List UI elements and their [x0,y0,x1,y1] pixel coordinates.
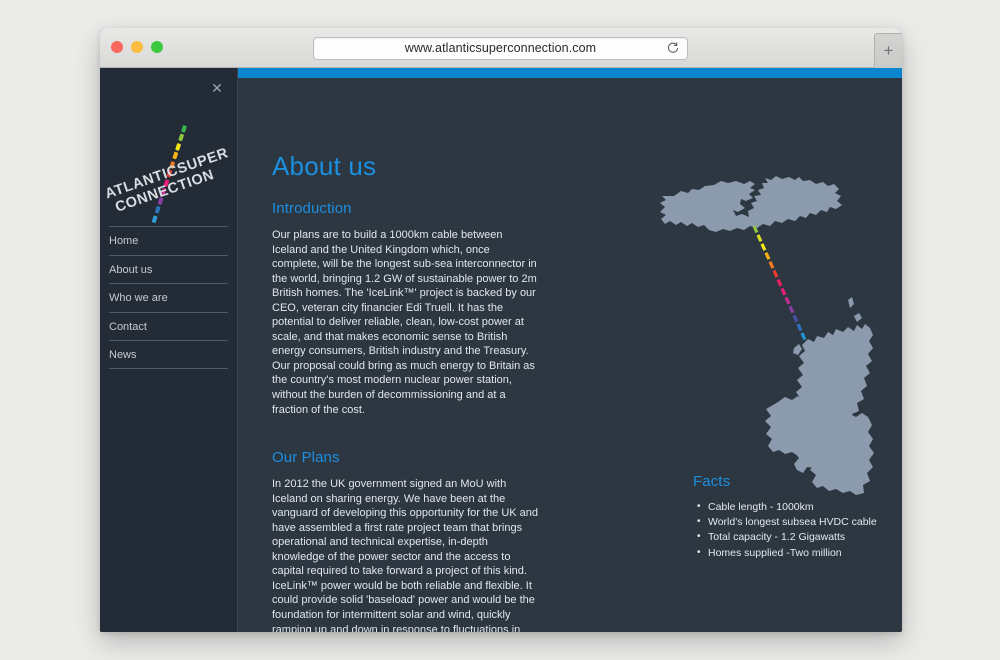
map-cable-route [658,170,902,500]
logo-cable-dash [154,205,160,214]
cable-dash [796,323,803,332]
url-text[interactable]: www.atlanticsuperconnection.com [314,41,687,55]
browser-toolbar: www.atlanticsuperconnection.com + [100,28,902,69]
minimize-window-button[interactable] [131,41,143,53]
reload-icon[interactable] [666,41,680,55]
section-our-plans: Our Plans In 2012 the UK government sign… [272,449,540,632]
cable-dash [764,252,771,260]
cable-dashes [752,225,807,341]
section-body-our-plans: In 2012 the UK government signed an MoU … [272,478,539,632]
sidebar: ✕ ATLANTICSUPER CONNECTION Home About us… [100,68,238,632]
cable-dash [756,234,763,243]
list-item: Cable length - 1000km [697,499,893,515]
section-heading-our-plans: Our Plans [272,449,340,467]
sidebar-item-contact[interactable]: Contact [109,311,228,341]
cable-dash [768,261,775,269]
address-bar[interactable]: www.atlanticsuperconnection.com [313,37,688,60]
accent-bar [238,68,902,78]
cable-dash [776,278,783,287]
text-column: Introduction Our plans are to build a 10… [272,200,540,632]
plus-icon: + [883,41,894,60]
section-introduction: Introduction Our plans are to build a 10… [272,200,540,417]
logo-wordmark: ATLANTICSUPER CONNECTION [103,145,235,219]
logo-cable-dash [151,214,157,223]
sidebar-item-label: Contact [109,320,147,333]
page-title: About us [272,151,377,182]
sidebar-nav: Home About us Who we are Contact News [109,226,228,369]
cable-dash [800,332,807,341]
section-heading-introduction: Introduction [272,200,352,217]
cable-dash [772,269,779,278]
cable-dash [792,314,799,323]
cable-dash [760,243,767,251]
browser-window: www.atlanticsuperconnection.com + ✕ ATLA… [100,28,902,632]
close-window-button[interactable] [111,41,123,53]
logo-cable-dash [171,151,178,160]
window-controls [111,41,163,53]
list-item: Total capacity - 1.2 Gigawatts [697,529,893,545]
logo-cable-dash [174,142,181,151]
sidebar-item-home[interactable]: Home [109,226,228,255]
new-tab-button[interactable]: + [874,33,902,69]
map-illustration [658,170,902,500]
facts-list: Cable length - 1000km World's longest su… [693,499,893,561]
facts-heading: Facts [693,473,731,490]
sidebar-item-news[interactable]: News [109,340,228,369]
sidebar-item-label: News [109,349,137,361]
main-content: About us Introduction Our plans are to b… [238,78,902,632]
sidebar-item-about-us[interactable]: About us [109,254,228,284]
maximize-window-button[interactable] [151,41,163,53]
site-logo[interactable]: ATLANTICSUPER CONNECTION [100,116,237,234]
cable-dash [752,225,759,234]
facts-block: Facts Cable length - 1000km World's long… [693,473,893,561]
cable-dash [784,296,791,305]
cable-dash [780,287,787,296]
sidebar-item-label: Who we are [109,292,168,304]
logo-cable-dash [180,124,186,133]
list-item: Homes supplied -Two million [697,545,893,561]
close-icon[interactable]: ✕ [209,80,225,96]
cable-dash [788,305,795,314]
logo-cable-dash [177,133,184,142]
sidebar-item-who-we-are[interactable]: Who we are [109,283,228,312]
list-item: World's longest subsea HVDC cable [697,514,893,530]
sidebar-item-label: About us [109,263,153,276]
page-viewport: ✕ ATLANTICSUPER CONNECTION Home About us… [100,68,902,632]
sidebar-item-label: Home [109,235,139,247]
section-body-introduction: Our plans are to build a 1000km cable be… [272,229,537,416]
